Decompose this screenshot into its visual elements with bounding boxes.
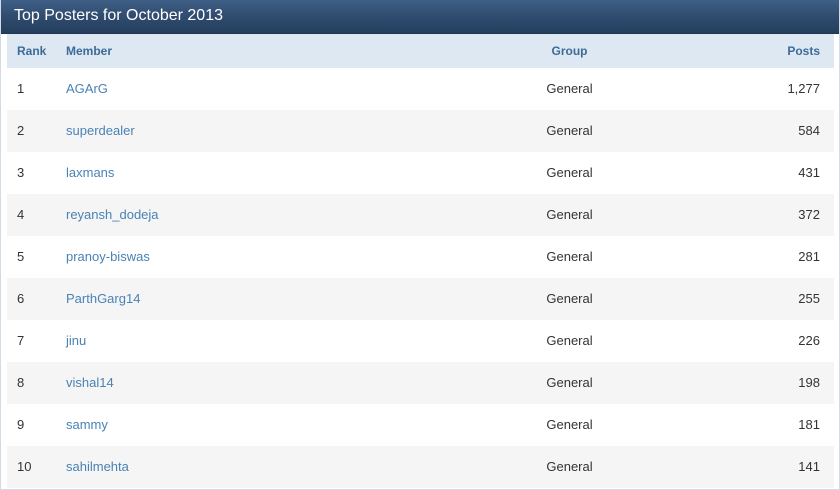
rank-cell: 3 — [17, 165, 25, 180]
table-row: 3 laxmans General 431 — [7, 152, 834, 194]
rank-cell: 7 — [17, 333, 25, 348]
rank-cell: 5 — [17, 249, 25, 264]
table-row: 4 reyansh_dodeja General 372 — [7, 194, 834, 236]
group-cell: General — [546, 123, 593, 138]
posts-cell: 1,277 — [787, 81, 820, 96]
group-cell: General — [546, 417, 593, 432]
rank-cell: 9 — [17, 417, 25, 432]
member-link[interactable]: superdealer — [66, 123, 135, 138]
member-link[interactable]: sahilmehta — [66, 459, 129, 474]
table-row: 9 sammy General 181 — [7, 404, 834, 446]
header-group: Group — [551, 44, 588, 58]
header-posts: Posts — [787, 44, 820, 58]
group-cell: General — [546, 81, 593, 96]
table-row: 8 vishal14 General 198 — [7, 362, 834, 404]
group-cell: General — [546, 165, 593, 180]
table-header-row: Rank Member Group Posts — [7, 34, 834, 68]
group-cell: General — [546, 207, 593, 222]
posts-cell: 181 — [798, 417, 820, 432]
posts-cell: 372 — [798, 207, 820, 222]
header-member: Member — [66, 44, 113, 58]
table-row: 2 superdealer General 584 — [7, 110, 834, 152]
member-link[interactable]: sammy — [66, 417, 108, 432]
table-row: 10 sahilmehta General 141 — [7, 446, 834, 488]
member-link[interactable]: jinu — [66, 333, 86, 348]
member-link[interactable]: ParthGarg14 — [66, 291, 140, 306]
top-posters-panel: Top Posters for October 2013 Rank Member… — [0, 0, 840, 490]
rank-cell: 8 — [17, 375, 25, 390]
rank-cell: 2 — [17, 123, 25, 138]
table-row: 6 ParthGarg14 General 255 — [7, 278, 834, 320]
posts-cell: 198 — [798, 375, 820, 390]
posts-cell: 584 — [798, 123, 820, 138]
rank-cell: 1 — [17, 81, 25, 96]
member-link[interactable]: vishal14 — [66, 375, 114, 390]
header-rank: Rank — [17, 44, 47, 58]
rank-cell: 6 — [17, 291, 25, 306]
panel-title: Top Posters for October 2013 — [1, 0, 839, 34]
group-cell: General — [546, 459, 593, 474]
member-link[interactable]: AGArG — [66, 81, 108, 96]
group-cell: General — [546, 333, 593, 348]
table-row: 1 AGArG General 1,277 — [7, 68, 834, 110]
member-link[interactable]: laxmans — [66, 165, 114, 180]
table-row: 7 jinu General 226 — [7, 320, 834, 362]
group-cell: General — [546, 291, 593, 306]
group-cell: General — [546, 375, 593, 390]
posts-cell: 226 — [798, 333, 820, 348]
posts-cell: 141 — [798, 459, 820, 474]
group-cell: General — [546, 249, 593, 264]
posts-cell: 255 — [798, 291, 820, 306]
member-link[interactable]: pranoy-biswas — [66, 249, 150, 264]
rank-cell: 4 — [17, 207, 25, 222]
rank-cell: 10 — [17, 459, 32, 474]
member-link[interactable]: reyansh_dodeja — [66, 207, 159, 222]
posts-cell: 431 — [798, 165, 820, 180]
top-posters-table: Rank Member Group Posts 1 AGArG General … — [7, 34, 834, 488]
posts-cell: 281 — [798, 249, 820, 264]
table-row: 5 pranoy-biswas General 281 — [7, 236, 834, 278]
